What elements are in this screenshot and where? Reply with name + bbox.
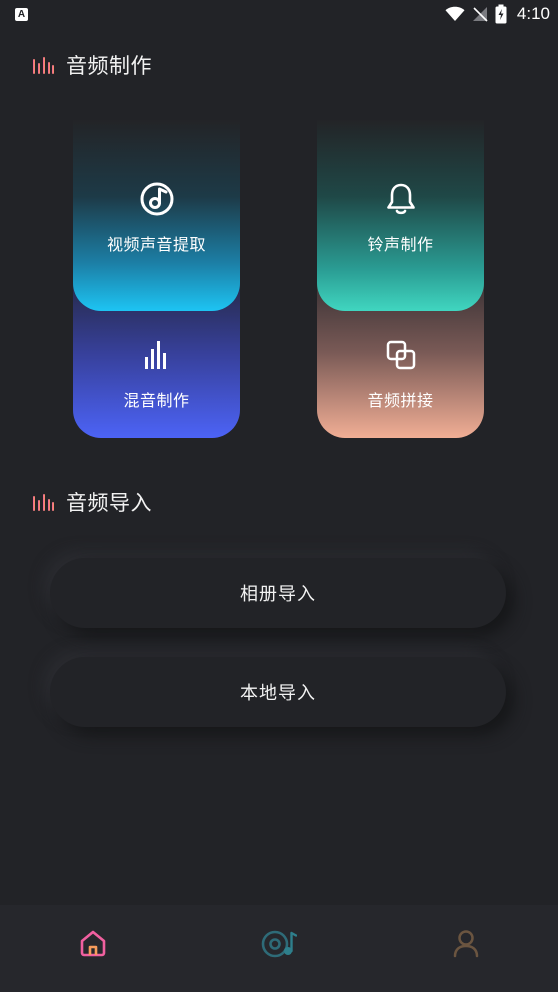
wifi-icon [445, 6, 465, 21]
video-extract-card[interactable]: 视频声音提取 [73, 120, 240, 311]
music-note-disc-icon [140, 182, 173, 216]
equalizer-bars-icon [144, 341, 166, 369]
bars-icon [33, 57, 54, 74]
ringtone-card-label: 铃声制作 [367, 235, 434, 254]
home-icon [80, 930, 106, 957]
app-notification-icon: A [15, 8, 28, 21]
section-header-import: 音频导入 [32, 487, 152, 517]
bars-icon [33, 494, 54, 511]
status-bar: A 4:10 [0, 0, 558, 30]
tab-home[interactable] [75, 925, 111, 961]
battery-charging-icon [495, 4, 507, 24]
status-icons: 4:10 [445, 3, 550, 25]
album-import-button[interactable]: 相册导入 [50, 558, 506, 628]
bottom-tab-bar [0, 905, 558, 992]
user-icon [453, 930, 479, 958]
bell-icon [386, 183, 415, 215]
tab-profile[interactable] [448, 925, 484, 961]
video-extract-card-label: 视频声音提取 [106, 235, 206, 254]
tab-music[interactable] [261, 925, 297, 961]
splice-card-label: 音频拼接 [367, 391, 434, 410]
ringtone-card[interactable]: 铃声制作 [317, 120, 484, 311]
no-signal-icon [472, 7, 488, 22]
section-title-import: 音频导入 [66, 491, 152, 515]
section-title-production: 音频制作 [66, 54, 152, 78]
section-header-production: 音频制作 [32, 50, 152, 80]
overlap-squares-icon [386, 340, 415, 370]
mix-card-label: 混音制作 [123, 391, 190, 410]
status-time: 4:10 [516, 4, 550, 23]
disc-music-icon [261, 930, 297, 958]
local-import-button[interactable]: 本地导入 [50, 657, 506, 727]
